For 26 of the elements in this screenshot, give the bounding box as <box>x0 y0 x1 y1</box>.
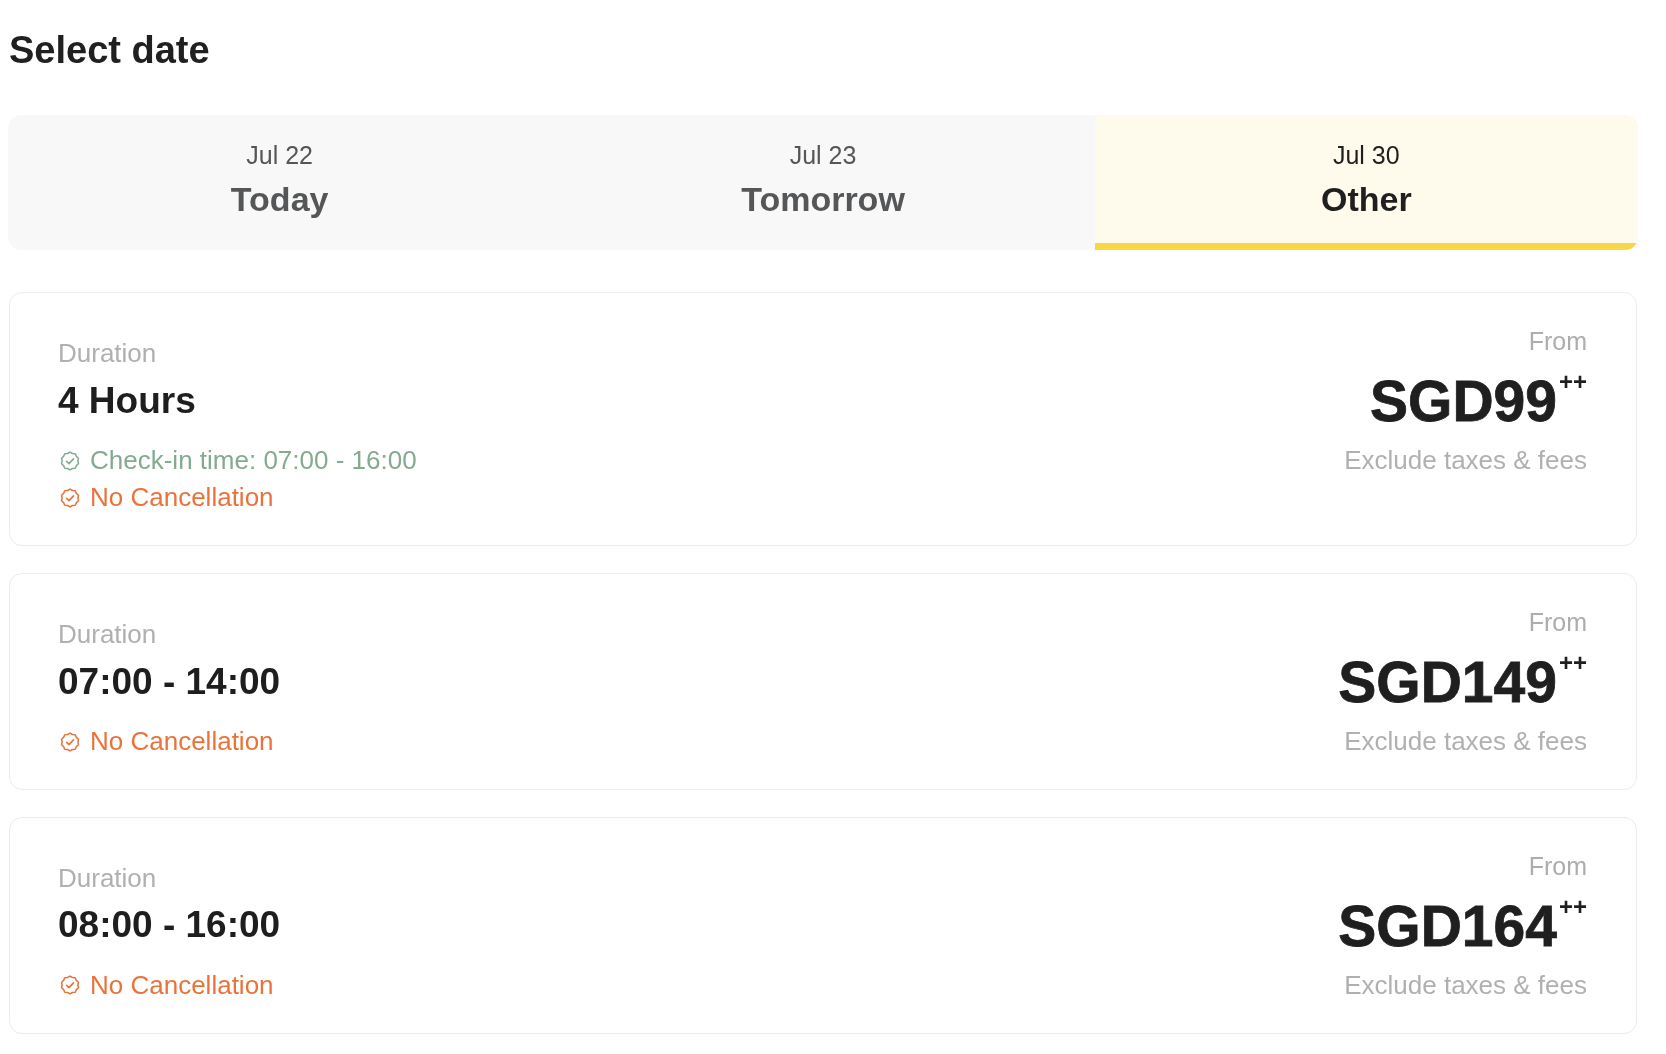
date-tab[interactable]: Jul 30 Other <box>1094 114 1638 251</box>
duration-label: Duration <box>58 338 157 370</box>
price-note: Exclude taxes & fees <box>1344 726 1587 758</box>
duration-value: 07:00 - 14:00 <box>58 659 281 704</box>
option-card[interactable]: Duration 08:00 - 16:00 No Cancellation From SGD164$^{++}$ Exclude taxes & fees <box>9 817 1637 1035</box>
price: SGD149$^{++}$ <box>1338 651 1587 715</box>
duration-value: 4 Hours <box>58 378 196 423</box>
date-tab[interactable]: Jul 22 Today <box>8 114 552 251</box>
feature-text: No Cancellation <box>90 482 274 514</box>
section-title: Select date <box>9 28 210 73</box>
date-tab[interactable]: Jul 23 Tomorrow <box>551 114 1095 251</box>
price-prefix: From <box>1528 607 1587 638</box>
price-note: Exclude taxes & fees <box>1344 969 1587 1002</box>
price-prefix: From <box>1528 326 1587 357</box>
duration-label: Duration <box>58 863 157 895</box>
price: SGD99$^{++}$ <box>1370 370 1587 434</box>
option-card[interactable]: Duration 4 Hours Check-in time: 07:00 - 16:00 No Cancellation From SGD99$^{++}$ Exclude taxes & fees <box>9 292 1637 547</box>
feature-text: Check-in time: 07:00 - 16:00 <box>90 444 417 477</box>
price-note: Exclude taxes & fees <box>1344 445 1587 477</box>
option-card[interactable]: Duration 07:00 - 14:00 No Cancellation From SGD149$^{++}$ Exclude taxes & fees <box>9 573 1637 791</box>
duration-label: Duration <box>58 619 157 651</box>
price-prefix: From <box>1528 851 1587 882</box>
feature-text: No Cancellation <box>90 725 274 758</box>
price: SGD164$^{++}$ <box>1338 895 1587 958</box>
duration-value: 08:00 - 16:00 <box>58 903 281 948</box>
feature-text: No Cancellation <box>90 969 274 1001</box>
